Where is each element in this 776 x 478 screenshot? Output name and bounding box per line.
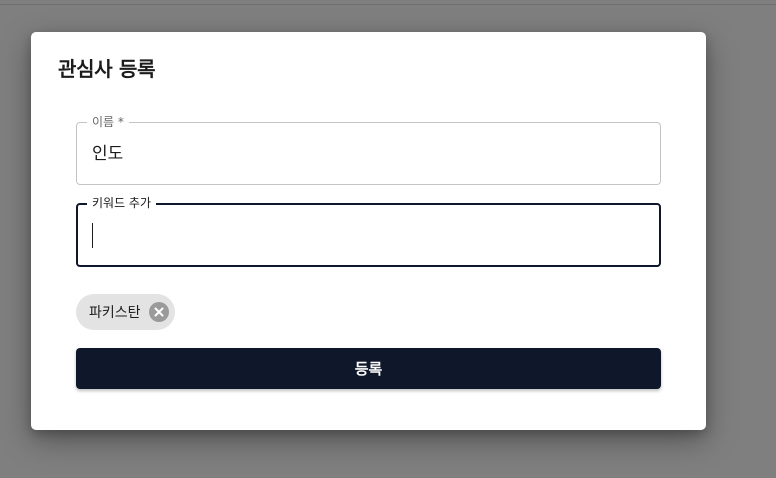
keyword-field[interactable]: 키워드 추가 — [76, 195, 661, 267]
keyword-input[interactable] — [92, 215, 642, 255]
background-divider — [0, 4, 776, 5]
close-circle-icon-glyph — [154, 307, 164, 317]
name-field-label: 이름 * — [87, 114, 129, 130]
register-button[interactable]: 등록 — [76, 348, 661, 389]
register-interest-dialog: 관심사 등록 이름 * 인도 키워드 추가 파키스탄 등록 — [31, 32, 706, 430]
keyword-chip[interactable]: 파키스탄 — [76, 294, 175, 330]
name-field-value[interactable]: 인도 — [92, 143, 123, 165]
name-field[interactable]: 이름 * 인도 — [76, 114, 661, 185]
dialog-title: 관심사 등록 — [58, 57, 156, 81]
keyword-chip-label: 파키스탄 — [89, 305, 141, 321]
close-circle-icon[interactable] — [148, 302, 169, 322]
text-caret — [92, 223, 93, 248]
keyword-field-label: 키워드 추가 — [87, 195, 157, 211]
